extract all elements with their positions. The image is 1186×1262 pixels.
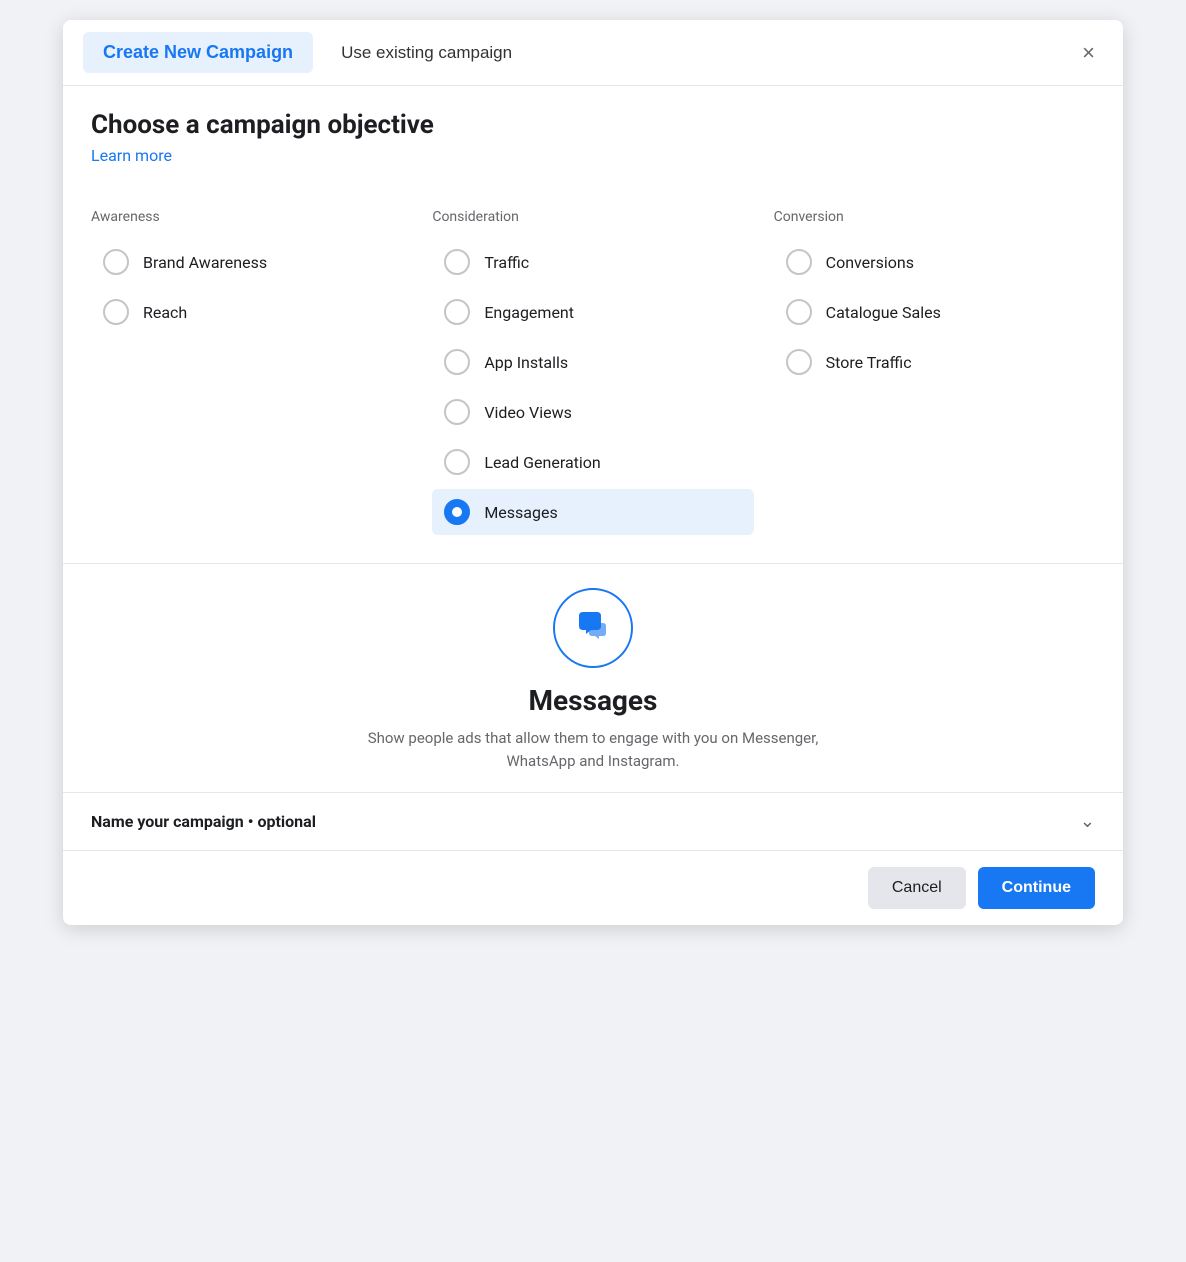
- conversion-column: Conversion Conversions Catalogue Sales S…: [774, 209, 1095, 539]
- preview-section: Messages Show people ads that allow them…: [63, 563, 1123, 792]
- conversion-title: Conversion: [774, 209, 1095, 225]
- option-catalogue-sales[interactable]: Catalogue Sales: [774, 289, 1095, 335]
- label-lead-generation: Lead Generation: [484, 453, 600, 472]
- option-conversions[interactable]: Conversions: [774, 239, 1095, 285]
- label-video-views: Video Views: [484, 403, 572, 422]
- option-traffic[interactable]: Traffic: [432, 239, 753, 285]
- close-button[interactable]: ×: [1074, 36, 1103, 70]
- radio-lead-generation: [444, 449, 470, 475]
- awareness-title: Awareness: [91, 209, 412, 225]
- objectives-grid: Awareness Brand Awareness Reach Consider…: [91, 209, 1095, 539]
- modal-footer: Cancel Continue: [63, 850, 1123, 925]
- campaign-name-label: Name your campaign • optional: [91, 812, 316, 831]
- label-reach: Reach: [143, 303, 187, 322]
- page-title: Choose a campaign objective: [91, 110, 1095, 140]
- option-lead-generation[interactable]: Lead Generation: [432, 439, 753, 485]
- radio-reach: [103, 299, 129, 325]
- radio-catalogue-sales: [786, 299, 812, 325]
- option-engagement[interactable]: Engagement: [432, 289, 753, 335]
- tab-create-new[interactable]: Create New Campaign: [83, 32, 313, 73]
- label-store-traffic: Store Traffic: [826, 353, 912, 372]
- option-store-traffic[interactable]: Store Traffic: [774, 339, 1095, 385]
- option-reach[interactable]: Reach: [91, 289, 412, 335]
- label-app-installs: App Installs: [484, 353, 568, 372]
- radio-messages: [444, 499, 470, 525]
- awareness-column: Awareness Brand Awareness Reach: [91, 209, 412, 539]
- radio-store-traffic: [786, 349, 812, 375]
- preview-title: Messages: [529, 684, 658, 717]
- preview-icon-circle: [553, 588, 633, 668]
- preview-description: Show people ads that allow them to engag…: [333, 727, 853, 772]
- cancel-button[interactable]: Cancel: [868, 867, 966, 909]
- label-traffic: Traffic: [484, 253, 529, 272]
- label-messages: Messages: [484, 503, 557, 522]
- option-video-views[interactable]: Video Views: [432, 389, 753, 435]
- label-brand-awareness: Brand Awareness: [143, 253, 267, 272]
- modal-header: Create New Campaign Use existing campaig…: [63, 20, 1123, 86]
- continue-button[interactable]: Continue: [978, 867, 1095, 909]
- radio-brand-awareness: [103, 249, 129, 275]
- consideration-title: Consideration: [432, 209, 753, 225]
- option-brand-awareness[interactable]: Brand Awareness: [91, 239, 412, 285]
- chevron-down-icon: ⌄: [1080, 811, 1095, 832]
- consideration-column: Consideration Traffic Engagement App Ins…: [432, 209, 753, 539]
- radio-engagement: [444, 299, 470, 325]
- label-engagement: Engagement: [484, 303, 574, 322]
- create-campaign-modal: Create New Campaign Use existing campaig…: [63, 20, 1123, 925]
- label-conversions: Conversions: [826, 253, 914, 272]
- label-catalogue-sales: Catalogue Sales: [826, 303, 941, 322]
- radio-app-installs: [444, 349, 470, 375]
- tab-use-existing[interactable]: Use existing campaign: [321, 33, 532, 73]
- radio-video-views: [444, 399, 470, 425]
- radio-traffic: [444, 249, 470, 275]
- option-messages[interactable]: Messages: [432, 489, 753, 535]
- radio-conversions: [786, 249, 812, 275]
- campaign-name-section[interactable]: Name your campaign • optional ⌄: [63, 792, 1123, 850]
- learn-more-link[interactable]: Learn more: [91, 146, 172, 165]
- messages-icon: [571, 606, 615, 650]
- modal-body: Choose a campaign objective Learn more A…: [63, 86, 1123, 539]
- option-app-installs[interactable]: App Installs: [432, 339, 753, 385]
